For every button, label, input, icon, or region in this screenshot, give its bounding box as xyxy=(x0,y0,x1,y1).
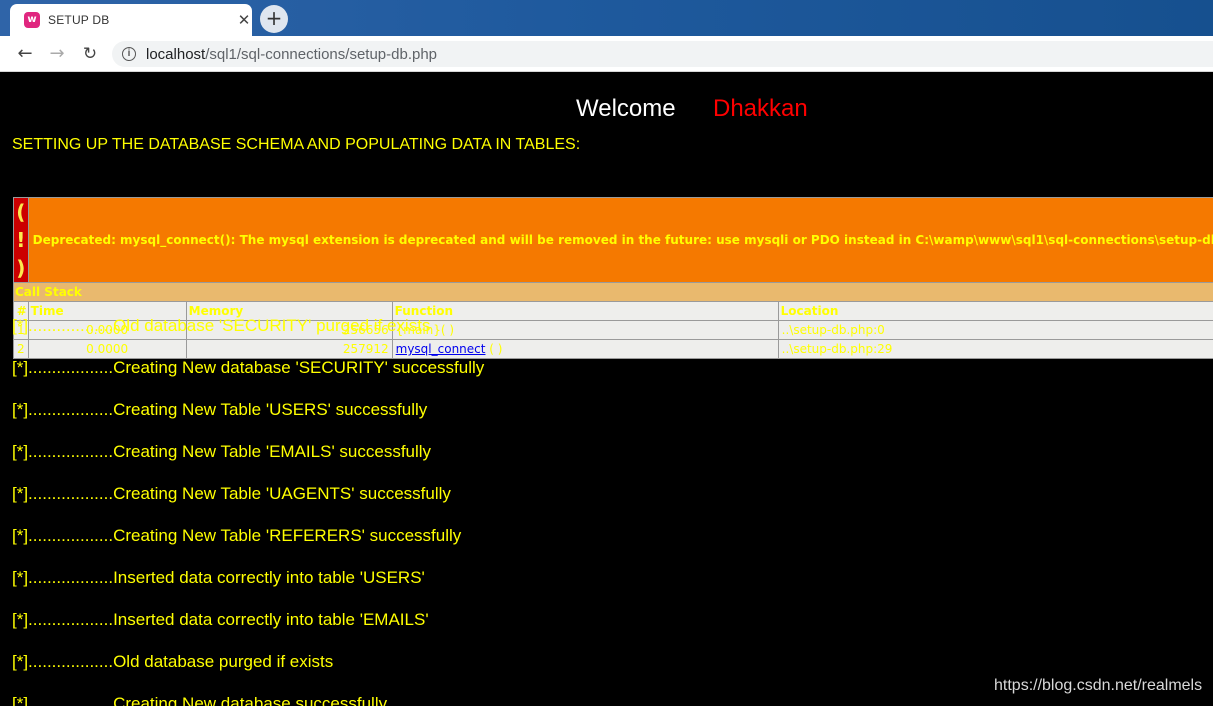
tab-title: SETUP DB xyxy=(48,13,110,27)
row-location: ..\setup-db.php:0 xyxy=(777,320,1213,340)
log-line: [*]..................Creating New Table … xyxy=(12,526,462,545)
welcome-text: Welcome xyxy=(576,95,676,122)
error-message-text: Deprecated: mysql_connect(): The mysql e… xyxy=(32,233,1213,247)
col-header-location: Location xyxy=(777,301,1213,321)
call-stack-label: Call Stack xyxy=(13,282,1213,302)
close-icon[interactable]: ✕ xyxy=(234,10,254,30)
back-arrow-icon[interactable]: ← xyxy=(12,41,38,67)
tab-bar: w SETUP DB ✕ + xyxy=(0,0,1213,36)
error-message: Deprecated: mysql_connect(): The mysql e… xyxy=(27,197,1213,283)
welcome-name: Dhakkan xyxy=(713,95,808,122)
log-line: [*]..................Old database 'SECUR… xyxy=(12,316,431,335)
call-stack-header: Call Stack xyxy=(13,282,1213,302)
setup-heading: SETTING UP THE DATABASE SCHEMA AND POPUL… xyxy=(12,136,581,153)
log-line: [*]..................Creating New databa… xyxy=(12,694,388,706)
log-line: [*]..................Creating New Table … xyxy=(12,442,432,461)
page-content: Welcome Dhakkan SETTING UP THE DATABASE … xyxy=(3,73,1213,706)
error-row: ( ! ) Deprecated: mysql_connect(): The m… xyxy=(13,197,1213,283)
log-line: [*]..................Inserted data corre… xyxy=(12,610,429,629)
forward-arrow-icon[interactable]: → xyxy=(44,41,70,67)
setup-log: [*]..................Old database 'SECUR… xyxy=(12,316,484,706)
url-path: /sql1/sql-connections/setup-db.php xyxy=(205,46,438,63)
browser-toolbar: ← → ↻ i localhost/sql1/sql-connections/s… xyxy=(0,36,1213,72)
log-line: [*]..................Old database purged… xyxy=(12,652,334,671)
wamp-favicon-icon: w xyxy=(24,12,40,28)
log-line: [*]..................Creating New databa… xyxy=(12,358,485,377)
url-text[interactable]: localhost/sql1/sql-connections/setup-db.… xyxy=(146,46,437,63)
watermark: https://blog.csdn.net/realmels xyxy=(994,677,1203,694)
url-host: localhost xyxy=(146,46,206,63)
info-icon[interactable]: i xyxy=(122,47,136,61)
new-tab-button[interactable]: + xyxy=(260,5,288,33)
row-function-args: ( ) xyxy=(485,342,503,356)
row-location: ..\setup-db.php:29 xyxy=(777,339,1213,359)
log-line: [*]..................Inserted data corre… xyxy=(12,568,425,587)
tab-setup-db[interactable]: w SETUP DB ✕ xyxy=(10,4,252,36)
log-line: [*]..................Creating New Table … xyxy=(12,484,451,503)
address-bar[interactable]: i localhost/sql1/sql-connections/setup-d… xyxy=(112,41,1213,67)
warning-icon: ( ! ) xyxy=(16,200,26,280)
reload-icon[interactable]: ↻ xyxy=(77,41,103,67)
log-line: [*]..................Creating New Table … xyxy=(12,400,428,419)
error-icon-cell: ( ! ) xyxy=(13,197,29,283)
